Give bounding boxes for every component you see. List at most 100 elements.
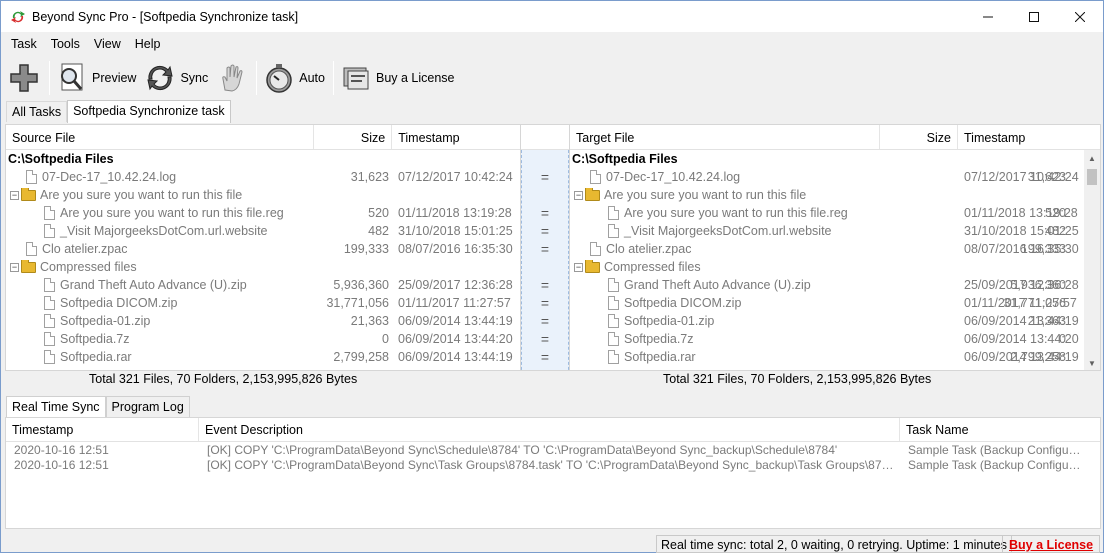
target-file-header[interactable]: Target File (570, 125, 880, 149)
source-size-header[interactable]: Size (314, 125, 393, 149)
file-icon (44, 332, 55, 346)
menu-tools[interactable]: Tools (51, 37, 80, 51)
source-file-row[interactable]: Softpedia-01.zip 21,363 06/09/2014 13:44:1… (6, 312, 520, 330)
file-icon (44, 278, 55, 292)
source-folder-row[interactable]: − Are you sure you want to run this file (6, 186, 520, 204)
source-file-name: Softpedia.7z (60, 332, 130, 346)
log-timestamp-header[interactable]: Timestamp (6, 418, 199, 441)
target-file-row[interactable]: Clo atelier.zpac 199,333 08/07/2016 16:35:… (570, 240, 1100, 258)
source-timestamp-header[interactable]: Timestamp (392, 125, 520, 149)
minimize-button[interactable] (965, 1, 1011, 32)
menu-help[interactable]: Help (135, 37, 161, 51)
toolbar: Preview Sync Auto Buy a License (1, 57, 1103, 99)
close-button[interactable] (1057, 1, 1103, 32)
target-file-row[interactable]: Softpedia-01.zip 21,363 06/09/2014 13:44:1… (570, 312, 1100, 330)
collapse-toggle-icon[interactable]: − (574, 262, 583, 272)
target-file-row[interactable]: Softpedia DICOM.zip 31,771,056 01/11/2017 … (570, 294, 1100, 312)
compare-status-icon: = (540, 169, 550, 185)
source-file-size: 31,623 (350, 170, 389, 184)
target-size-header[interactable]: Size (880, 125, 958, 149)
file-icon (608, 350, 619, 364)
buy-license-button[interactable]: Buy a License (340, 59, 455, 97)
target-pane[interactable]: Target File Size Timestamp C:\Softpedia … (569, 124, 1101, 371)
scroll-down-icon[interactable]: ▼ (1084, 355, 1100, 370)
preview-button[interactable]: Preview (56, 59, 136, 97)
source-file-row[interactable]: Softpedia.7z 0 06/09/2014 13:44:20 (6, 330, 520, 348)
toolbar-separator (256, 61, 258, 95)
source-file-name: _Visit MajorgeeksDotCom.url.website (60, 224, 268, 238)
preview-label: Preview (92, 71, 137, 85)
target-file-row[interactable]: Grand Theft Auto Advance (U).zip 5,936,36… (570, 276, 1100, 294)
compare-status-icon: = (540, 277, 550, 293)
source-file-timestamp: 06/09/2014 13:44:19 (398, 350, 513, 364)
collapse-toggle-icon[interactable]: − (574, 190, 583, 200)
target-root-folder[interactable]: C:\Softpedia Files (570, 150, 1100, 168)
target-timestamp-header[interactable]: Timestamp (958, 125, 1088, 149)
source-file-timestamp: 06/09/2014 13:44:20 (398, 332, 513, 346)
source-file-name: 07-Dec-17_10.42.24.log (42, 170, 177, 184)
toolbar-separator (49, 61, 50, 95)
sync-button[interactable]: Sync (144, 59, 208, 97)
log-task: Sample Task (Backup Configuration) (908, 458, 1082, 472)
auto-label: Auto (299, 71, 325, 85)
log-task-header[interactable]: Task Name (900, 418, 1082, 441)
tab-all-tasks[interactable]: All Tasks (6, 101, 68, 122)
source-file-row[interactable]: Grand Theft Auto Advance (U).zip 5,936,36… (6, 276, 520, 294)
target-file-timestamp: 06/09/2014 13:44:19 (964, 314, 1079, 328)
source-pane[interactable]: Source File Size Timestamp C:\Softpedia … (5, 124, 521, 371)
collapse-toggle-icon[interactable]: − (10, 262, 19, 272)
source-file-timestamp: 07/12/2017 10:42:24 (398, 170, 513, 184)
source-file-size: 5,936,360 (333, 278, 389, 292)
log-row[interactable]: 2020-10-16 12:51 [OK] COPY 'C:\ProgramDat… (6, 443, 1100, 458)
target-file-row[interactable]: Are you sure you want to run this file.r… (570, 204, 1100, 222)
target-file-row[interactable]: 07-Dec-17_10.42.24.log 31,623 07/12/2017 1… (570, 168, 1100, 186)
tab-softpedia-synchronize-task[interactable]: Softpedia Synchronize task (67, 100, 231, 123)
source-file-timestamp: 08/07/2016 16:35:30 (398, 242, 513, 256)
file-icon (608, 206, 619, 220)
source-folder-row[interactable]: − Compressed files (6, 258, 520, 276)
source-root-folder[interactable]: C:\Softpedia Files (6, 150, 520, 168)
target-file-row[interactable]: Softpedia.rar 2,799,258 06/09/2014 13:44:1… (570, 348, 1100, 366)
tab-program-log[interactable]: Program Log (105, 396, 190, 417)
target-file-row[interactable]: _Visit MajorgeeksDotCom.url.website 482 31… (570, 222, 1100, 240)
source-file-timestamp: 01/11/2017 11:27:57 (398, 296, 511, 310)
target-file-timestamp: 06/09/2014 13:44:19 (964, 350, 1079, 364)
buy-license-link[interactable]: Buy a License (1002, 535, 1101, 553)
compare-status-icon: = (540, 349, 550, 365)
folder-icon (585, 260, 600, 273)
target-file-row[interactable]: Softpedia.7z 0 06/09/2014 13:44:20 (570, 330, 1100, 348)
source-file-row[interactable]: Softpedia DICOM.zip 31,771,056 01/11/2017 … (6, 294, 520, 312)
menu-view[interactable]: View (94, 37, 121, 51)
auto-button[interactable]: Auto (263, 59, 325, 97)
file-icon (590, 242, 601, 256)
target-file-name: Softpedia DICOM.zip (624, 296, 742, 310)
maximize-button[interactable] (1011, 1, 1057, 32)
log-event-header[interactable]: Event Description (199, 418, 900, 441)
source-file-row[interactable]: Softpedia.rar 2,799,258 06/09/2014 13:44:1… (6, 348, 520, 366)
compare-column: = = = = = = = = = (521, 124, 569, 371)
sync-label: Sync (180, 71, 209, 85)
source-file-row[interactable]: _Visit MajorgeeksDotCom.url.website 482 31… (6, 222, 520, 240)
sync-log-pane[interactable]: Timestamp Event Description Task Name 20… (5, 417, 1101, 529)
target-scrollbar[interactable]: ▲ ▼ (1084, 150, 1100, 370)
source-file-row[interactable]: Clo atelier.zpac 199,333 08/07/2016 16:35:… (6, 240, 520, 258)
source-file-name: Grand Theft Auto Advance (U).zip (60, 278, 247, 292)
scroll-up-icon[interactable]: ▲ (1084, 150, 1100, 167)
source-file-row[interactable]: Are you sure you want to run this file.r… (6, 204, 520, 222)
file-icon (44, 206, 55, 220)
menu-task[interactable]: Task (11, 37, 37, 51)
file-icon (590, 170, 601, 184)
target-folder-row[interactable]: − Compressed files (570, 258, 1100, 276)
collapse-toggle-icon[interactable]: − (10, 190, 19, 200)
source-file-name: Are you sure you want to run this file.r… (60, 206, 284, 220)
add-task-button[interactable] (7, 59, 41, 97)
target-folder-row[interactable]: − Are you sure you want to run this file (570, 186, 1100, 204)
source-file-header[interactable]: Source File (6, 125, 315, 149)
stop-button[interactable] (216, 59, 248, 97)
source-file-row[interactable]: 07-Dec-17_10.42.24.log 31,623 07/12/2017 1… (6, 168, 520, 186)
file-icon (44, 296, 55, 310)
compare-status-icon: = (540, 241, 550, 257)
log-row[interactable]: 2020-10-16 12:51 [OK] COPY 'C:\ProgramDat… (6, 458, 1100, 473)
tab-real-time-sync[interactable]: Real Time Sync (6, 396, 106, 417)
scroll-thumb[interactable] (1087, 169, 1097, 185)
